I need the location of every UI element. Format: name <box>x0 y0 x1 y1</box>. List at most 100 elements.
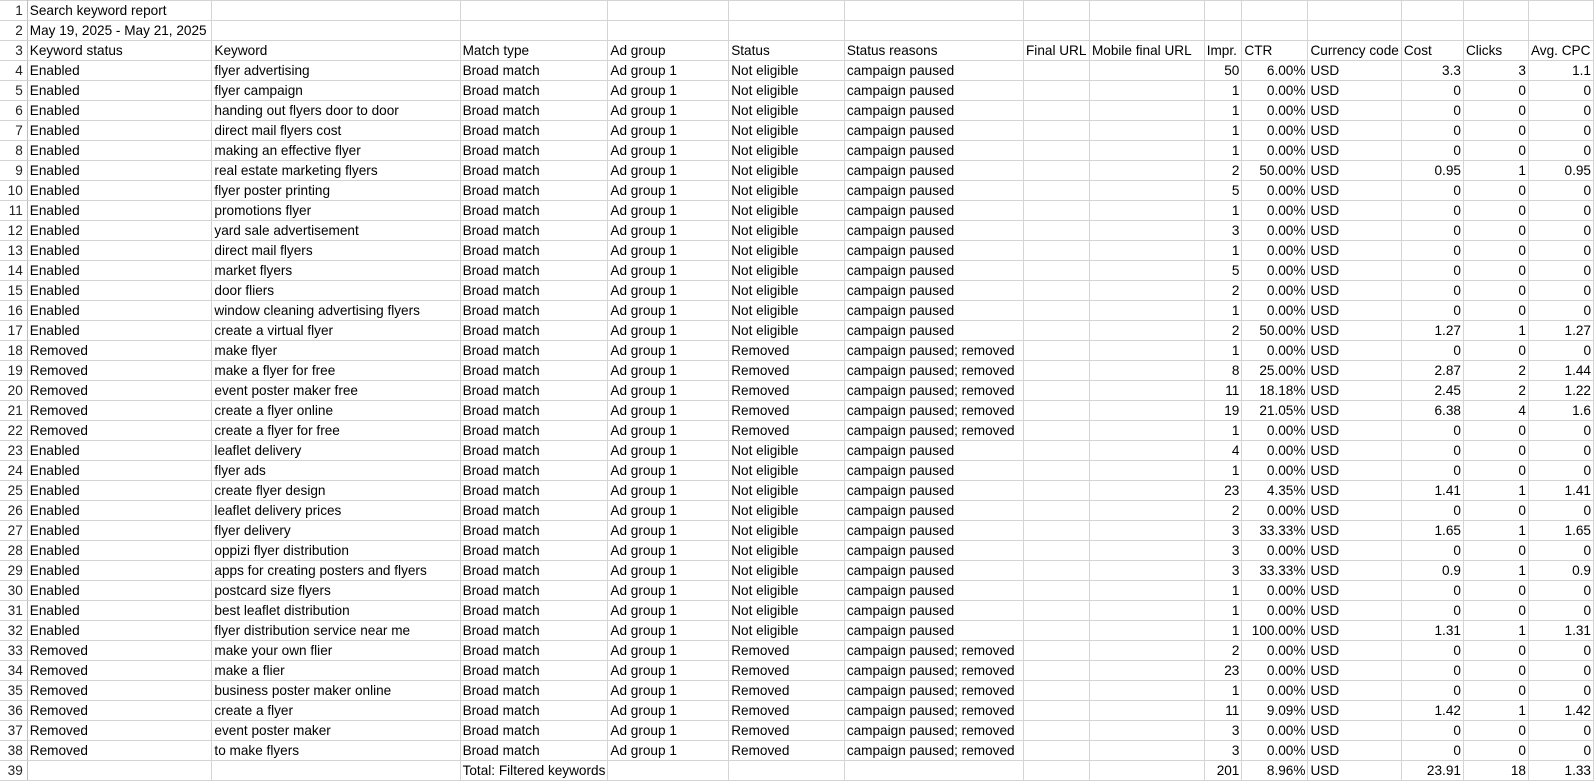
mobile-final-url-cell[interactable] <box>1089 540 1205 561</box>
status-cell[interactable]: Not eligible <box>728 160 845 181</box>
currency-code-cell[interactable]: USD <box>1307 100 1402 121</box>
keyword-status-cell[interactable]: Enabled <box>27 240 213 261</box>
currency-code-cell[interactable]: USD <box>1307 360 1402 381</box>
status-reasons-cell[interactable]: campaign paused <box>844 120 1025 141</box>
keyword-cell[interactable]: market flyers <box>211 260 461 281</box>
currency-code-cell[interactable]: USD <box>1307 460 1402 481</box>
keyword-status-cell[interactable]: Enabled <box>27 140 213 161</box>
status-cell[interactable]: Not eligible <box>728 280 845 301</box>
status-reasons-cell[interactable]: campaign paused <box>844 260 1025 281</box>
row-header[interactable]: 20 <box>0 380 28 401</box>
row-header[interactable]: 37 <box>0 720 28 741</box>
currency-code-cell[interactable]: USD <box>1307 440 1402 461</box>
clicks-cell[interactable]: 0 <box>1463 280 1529 301</box>
status-cell[interactable]: Removed <box>728 360 845 381</box>
match-type-cell[interactable]: Broad match <box>460 380 609 401</box>
ad-group-cell[interactable]: Ad group 1 <box>607 60 730 81</box>
status-reasons-cell[interactable]: campaign paused; removed <box>844 740 1025 761</box>
final-url-cell[interactable] <box>1023 700 1090 721</box>
status-cell[interactable]: Not eligible <box>728 560 845 581</box>
ctr-cell[interactable]: 100.00% <box>1241 620 1309 641</box>
cell[interactable] <box>1241 0 1309 21</box>
keyword-cell[interactable]: flyer delivery <box>211 520 461 541</box>
clicks-cell[interactable]: 0 <box>1463 260 1529 281</box>
keyword-status-cell[interactable]: Enabled <box>27 280 213 301</box>
cell[interactable] <box>728 0 845 21</box>
ad-group-cell[interactable]: Ad group 1 <box>607 680 730 701</box>
avg-cpc-cell[interactable]: 0 <box>1528 720 1594 741</box>
impr-cell[interactable]: 1 <box>1204 620 1243 641</box>
final-url-cell[interactable] <box>1023 560 1090 581</box>
status-cell[interactable]: Not eligible <box>728 320 845 341</box>
status-reasons-cell[interactable]: campaign paused <box>844 480 1025 501</box>
ctr-cell[interactable]: 0.00% <box>1241 220 1309 241</box>
row-header[interactable]: 14 <box>0 260 28 281</box>
keyword-status-cell[interactable]: Removed <box>27 420 213 441</box>
avg-cpc-cell[interactable]: 0 <box>1528 80 1594 101</box>
ctr-cell[interactable]: 0.00% <box>1241 420 1309 441</box>
ad-group-cell[interactable]: Ad group 1 <box>607 320 730 341</box>
row-header[interactable]: 12 <box>0 220 28 241</box>
report-title-cell[interactable]: Search keyword report <box>27 0 213 21</box>
ad-group-cell[interactable]: Ad group 1 <box>607 420 730 441</box>
ctr-cell[interactable]: 0.00% <box>1241 460 1309 481</box>
avg-cpc-cell[interactable]: 0 <box>1528 180 1594 201</box>
clicks-cell[interactable]: 0 <box>1463 460 1529 481</box>
ad-group-cell[interactable]: Ad group 1 <box>607 600 730 621</box>
keyword-status-cell[interactable]: Removed <box>27 660 213 681</box>
mobile-final-url-cell[interactable] <box>1089 620 1205 641</box>
status-reasons-cell[interactable]: campaign paused <box>844 280 1025 301</box>
clicks-cell[interactable]: 0 <box>1463 80 1529 101</box>
cost-cell[interactable]: 0.95 <box>1401 160 1464 181</box>
ctr-cell[interactable]: 0.00% <box>1241 260 1309 281</box>
cell[interactable] <box>1241 20 1309 41</box>
ad-group-cell[interactable]: Ad group 1 <box>607 660 730 681</box>
status-reasons-cell[interactable]: campaign paused <box>844 320 1025 341</box>
keyword-cell[interactable]: best leaflet distribution <box>211 600 461 621</box>
match-type-cell[interactable]: Broad match <box>460 280 609 301</box>
mobile-final-url-cell[interactable] <box>1089 760 1205 781</box>
keyword-status-cell[interactable]: Enabled <box>27 60 213 81</box>
ctr-cell[interactable]: 50.00% <box>1241 160 1309 181</box>
status-cell[interactable]: Not eligible <box>728 500 845 521</box>
status-cell[interactable]: Removed <box>728 340 845 361</box>
currency-code-cell[interactable]: USD <box>1307 640 1402 661</box>
ctr-cell[interactable]: 0.00% <box>1241 580 1309 601</box>
currency-code-cell[interactable]: USD <box>1307 740 1402 761</box>
keyword-status-cell[interactable]: Enabled <box>27 100 213 121</box>
impr-cell[interactable]: 1 <box>1204 100 1243 121</box>
impr-cell[interactable]: 1 <box>1204 420 1243 441</box>
match-type-cell[interactable]: Broad match <box>460 700 609 721</box>
header-match-type[interactable]: Match type <box>460 40 609 61</box>
status-cell[interactable] <box>728 760 845 781</box>
row-header[interactable]: 30 <box>0 580 28 601</box>
cell[interactable] <box>1307 20 1402 41</box>
avg-cpc-cell[interactable]: 1.41 <box>1528 480 1594 501</box>
impr-cell[interactable]: 3 <box>1204 560 1243 581</box>
match-type-cell[interactable]: Broad match <box>460 300 609 321</box>
impr-cell[interactable]: 50 <box>1204 60 1243 81</box>
cost-cell[interactable]: 0 <box>1401 200 1464 221</box>
final-url-cell[interactable] <box>1023 260 1090 281</box>
cell[interactable] <box>1023 20 1090 41</box>
keyword-status-cell[interactable]: Enabled <box>27 540 213 561</box>
currency-code-cell[interactable]: USD <box>1307 580 1402 601</box>
match-type-cell[interactable]: Broad match <box>460 420 609 441</box>
mobile-final-url-cell[interactable] <box>1089 580 1205 601</box>
keyword-cell[interactable]: direct mail flyers cost <box>211 120 461 141</box>
status-cell[interactable]: Not eligible <box>728 100 845 121</box>
keyword-status-cell[interactable]: Removed <box>27 400 213 421</box>
ad-group-cell[interactable] <box>607 760 730 781</box>
row-header[interactable]: 29 <box>0 560 28 581</box>
cell[interactable] <box>1307 0 1402 21</box>
keyword-status-cell[interactable]: Enabled <box>27 80 213 101</box>
keyword-status-cell[interactable]: Removed <box>27 700 213 721</box>
ctr-cell[interactable]: 0.00% <box>1241 120 1309 141</box>
impr-cell[interactable]: 1 <box>1204 460 1243 481</box>
currency-code-cell[interactable]: USD <box>1307 280 1402 301</box>
cost-cell[interactable]: 1.27 <box>1401 320 1464 341</box>
ctr-cell[interactable]: 0.00% <box>1241 140 1309 161</box>
impr-cell[interactable]: 3 <box>1204 220 1243 241</box>
clicks-cell[interactable]: 0 <box>1463 300 1529 321</box>
status-cell[interactable]: Removed <box>728 660 845 681</box>
